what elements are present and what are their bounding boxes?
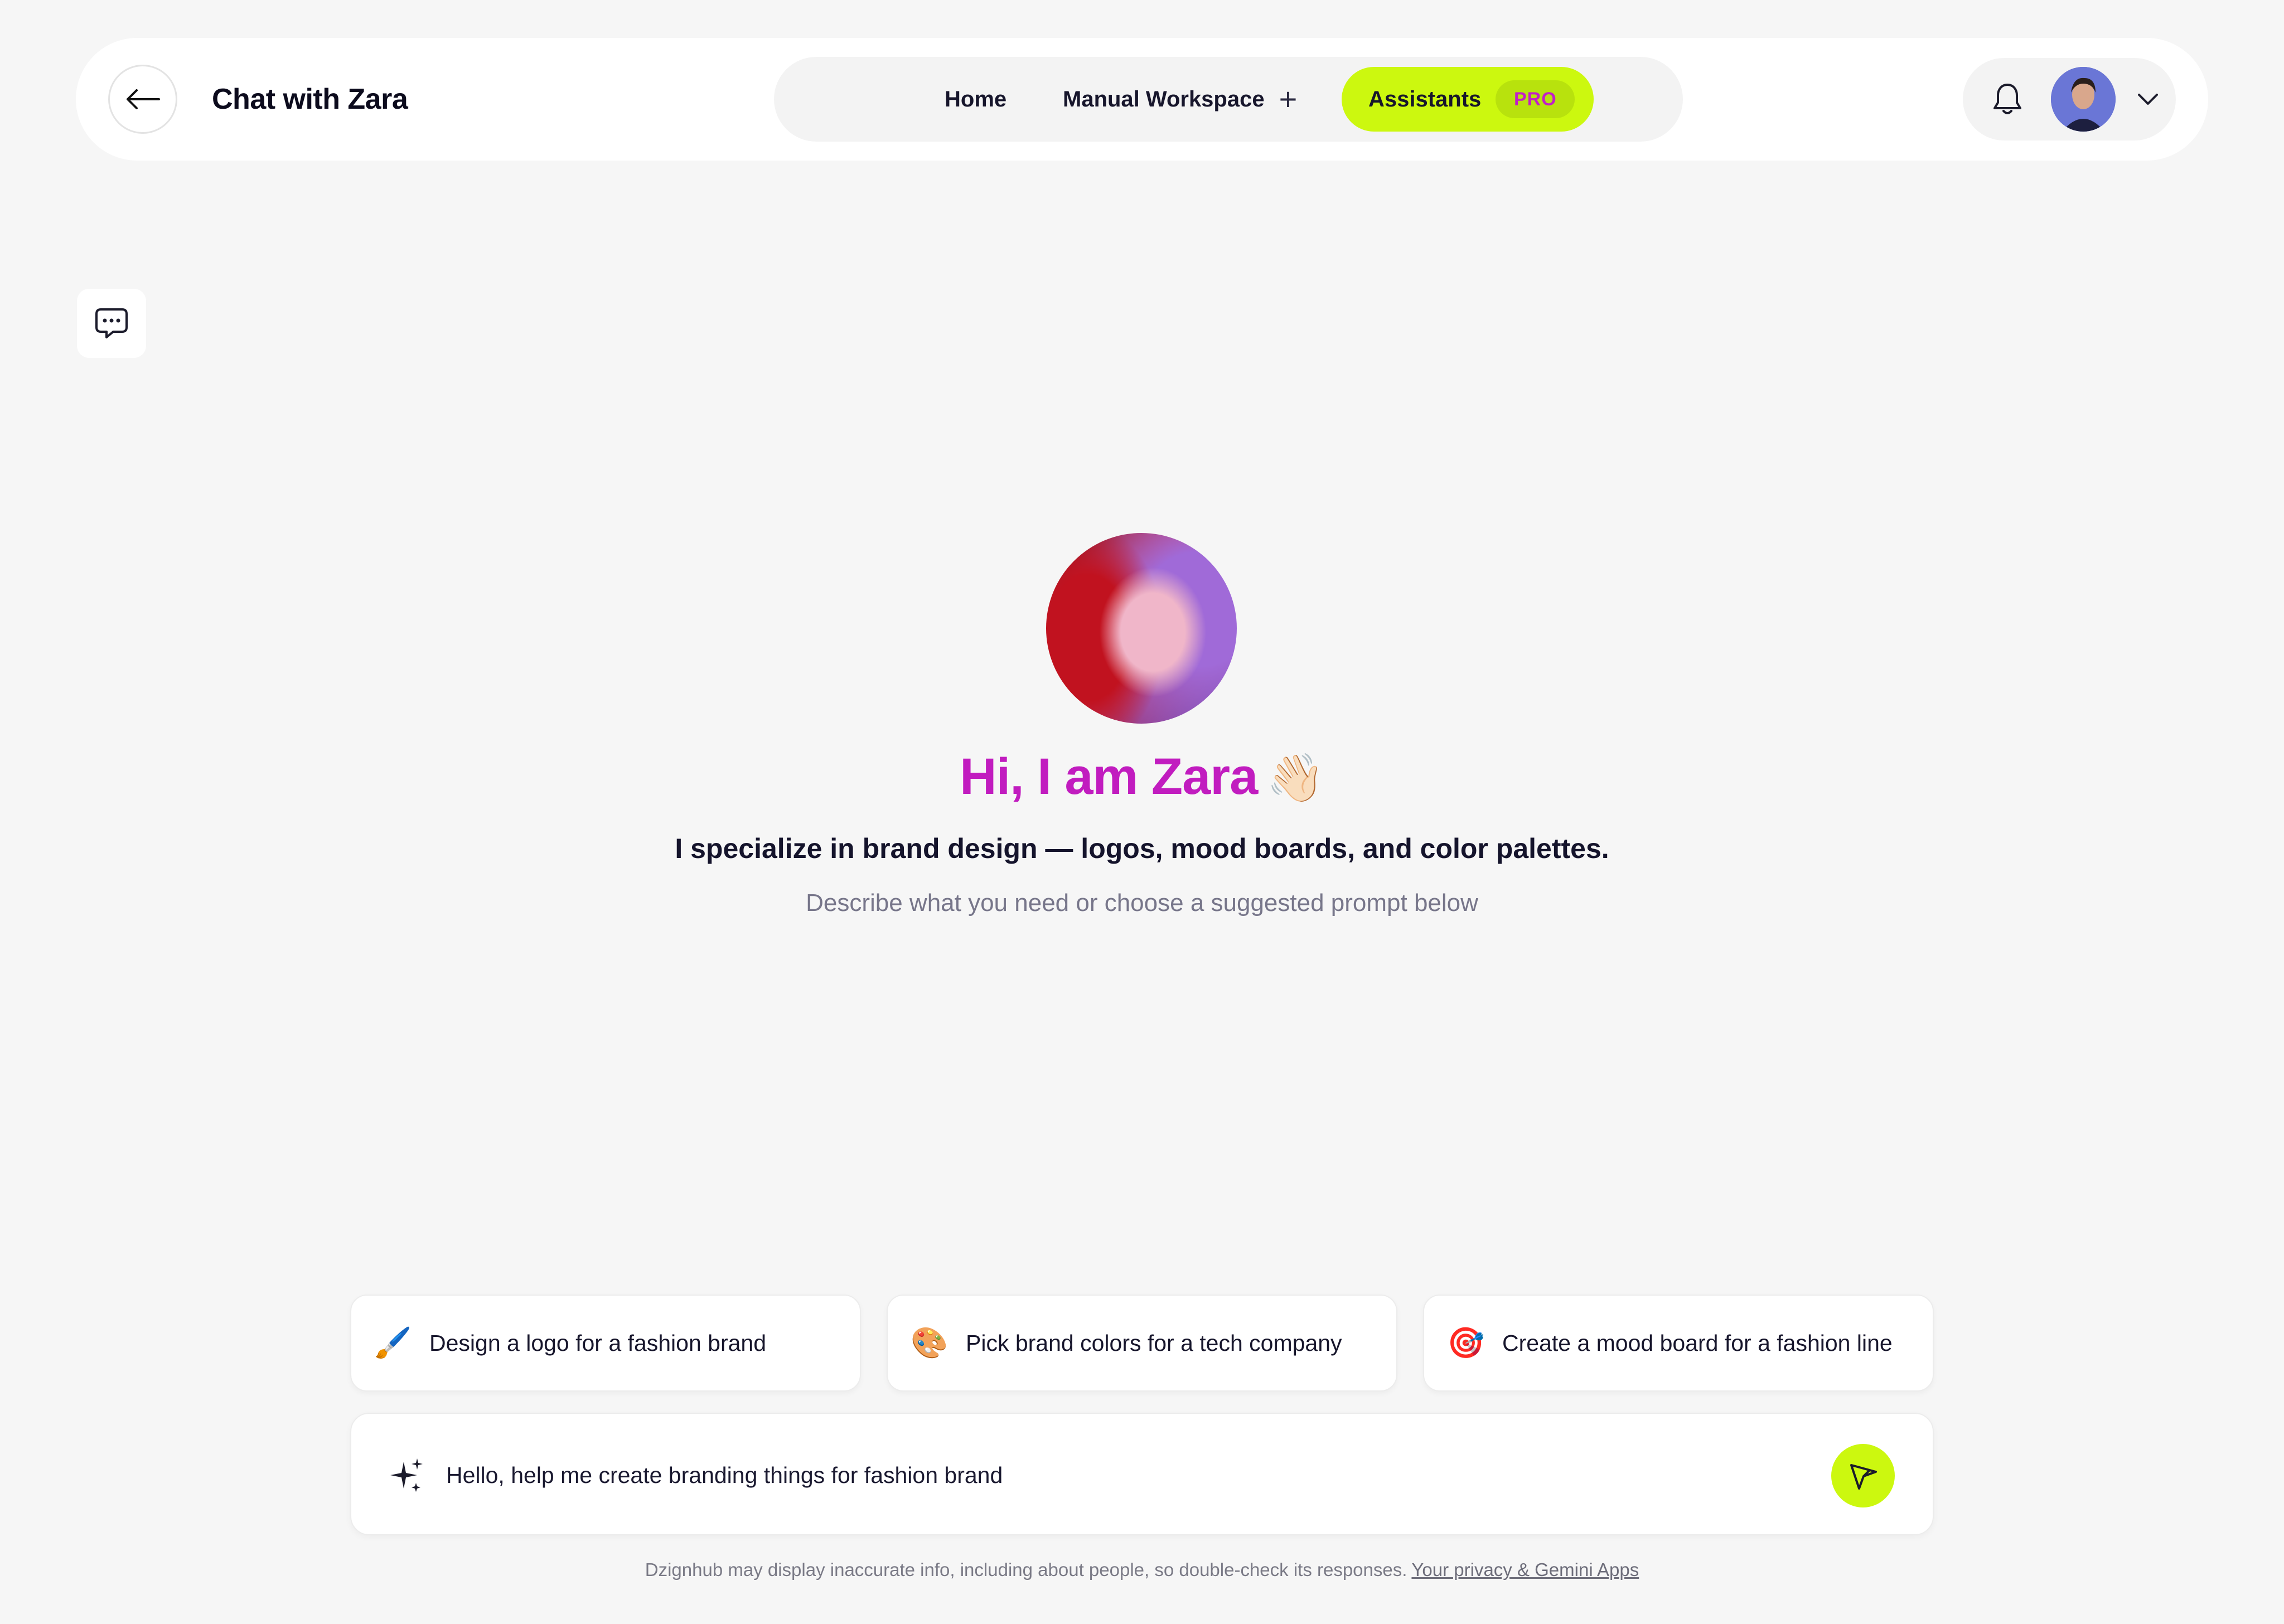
palette-icon: 🎨 [911,1326,949,1360]
user-avatar[interactable] [2051,67,2116,132]
disclaimer: Dzignhub may display inaccurate info, in… [0,1558,2284,1582]
user-menu [1963,58,2176,140]
nav-assistants-label: Assistants [1368,86,1482,112]
suggestion-card[interactable]: 🎯 Create a mood board for a fashion line [1423,1295,1934,1392]
target-icon: 🎯 [1447,1326,1485,1360]
back-button[interactable] [108,65,177,134]
suggestion-label: Design a logo for a fashion brand [429,1330,767,1356]
hero-greeting-text: Hi, I am Zara [960,748,1258,805]
nav-manual-workspace-label: Manual Workspace [1063,86,1265,112]
suggestion-label: Pick brand colors for a tech company [966,1330,1342,1356]
bell-icon[interactable] [1988,80,2026,118]
suggestion-card[interactable]: 🖌️ Design a logo for a fashion brand [350,1295,861,1392]
privacy-link[interactable]: Your privacy & Gemini Apps [1411,1559,1639,1580]
sparkle-icon [390,1458,423,1492]
message-input[interactable] [446,1447,1784,1503]
assistant-avatar [1046,533,1237,724]
paintbrush-icon: 🖌️ [374,1326,412,1360]
page-title: Chat with Zara [212,83,408,115]
plus-icon[interactable]: + [1279,84,1298,115]
top-navigation-bar: Chat with Zara Home Manual Workspace + A… [76,38,2208,161]
avatar-person-icon [2051,67,2116,132]
nav-home-label: Home [945,86,1007,112]
message-composer [350,1413,1934,1535]
chat-history-button[interactable] [77,289,146,358]
chat-bubble-icon [95,308,128,338]
hero-subtitle: I specialize in brand design — logos, mo… [675,833,1609,864]
hero-greeting: Hi, I am Zara 👋🏻 [0,746,2284,808]
send-button[interactable] [1831,1444,1895,1507]
nav-manual-workspace[interactable]: Manual Workspace + [1063,57,1297,142]
suggestion-card[interactable]: 🎨 Pick brand colors for a tech company [887,1295,1397,1392]
send-icon [1850,1464,1877,1490]
nav-assistants[interactable]: Assistants PRO [1342,67,1594,132]
waving-hand-icon: 👋🏻 [1266,752,1325,804]
hero-hint: Describe what you need or choose a sugge… [806,889,1478,917]
main-nav: Home Manual Workspace + Assistants PRO [774,57,1683,142]
chevron-down-icon[interactable] [2132,84,2164,115]
pro-badge: PRO [1496,80,1575,118]
suggestion-label: Create a mood board for a fashion line [1502,1330,1893,1356]
nav-home[interactable]: Home [945,57,1006,142]
arrow-left-icon [127,89,160,109]
disclaimer-text: Dzignhub may display inaccurate info, in… [645,1559,1407,1580]
